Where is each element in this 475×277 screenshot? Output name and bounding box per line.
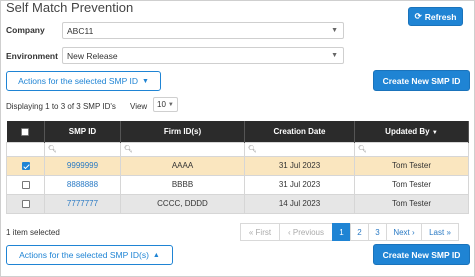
search-icon: 🔍︎ <box>358 145 367 153</box>
last-page-button[interactable]: Last » <box>421 223 459 241</box>
table-row[interactable]: 9999999 AAAA 31 Jul 2023 Tom Tester <box>6 155 469 176</box>
firm-ids-cell: CCCC, DDDD <box>120 193 245 214</box>
environment-value: New Release <box>67 50 118 61</box>
first-page-button[interactable]: « First <box>240 223 280 241</box>
select-all-checkbox[interactable] <box>21 127 30 136</box>
smp-id-link[interactable]: 8888888 <box>67 180 98 189</box>
smp-id-cell: 8888888 <box>44 174 121 195</box>
row-select-cell <box>6 155 45 176</box>
actions-dropdown-button[interactable]: Actions for the selected SMP ID ▼ <box>6 71 161 91</box>
record-summary: Displaying 1 to 3 of 3 SMP ID's <box>6 102 116 111</box>
updated-by-cell: Tom Tester <box>354 155 469 176</box>
smp-id-cell: 7777777 <box>44 193 121 214</box>
search-icon: 🔍︎ <box>48 145 57 153</box>
chevron-down-icon: ▼ <box>331 27 338 34</box>
row-checkbox[interactable] <box>21 199 30 208</box>
page-title: Self Match Prevention <box>6 0 134 15</box>
actions-label-bottom: Actions for the selected SMP ID(s) <box>19 250 149 260</box>
updated-by-cell: Tom Tester <box>354 193 469 214</box>
company-value: ABC11 <box>67 25 94 36</box>
page-3-button[interactable]: 3 <box>368 223 387 241</box>
refresh-label: Refresh <box>424 11 457 22</box>
summary-middle: to <box>49 102 61 111</box>
row-checkbox[interactable] <box>21 161 30 170</box>
chevron-down-icon: ▼ <box>167 101 174 108</box>
page-size-select[interactable]: 10 ▼ <box>153 97 178 112</box>
environment-select[interactable]: New Release ▼ <box>62 47 344 64</box>
table-header-row: SMP ID Firm ID(s) Creation Date Updated … <box>6 121 469 142</box>
row-select-cell <box>6 174 45 195</box>
company-select[interactable]: ABC11 ▼ <box>62 22 344 39</box>
filter-updated-by[interactable]: 🔍︎ <box>354 141 469 157</box>
filter-smp-id[interactable]: 🔍︎ <box>44 141 121 157</box>
caret-down-icon: ▼ <box>141 77 149 85</box>
search-icon: 🔍︎ <box>124 145 133 153</box>
company-label: Company <box>6 25 45 35</box>
page-1-button[interactable]: 1 <box>332 223 351 241</box>
smp-id-link[interactable]: 9999999 <box>67 161 98 170</box>
creation-date-cell: 14 Jul 2023 <box>244 193 355 214</box>
creation-date-cell: 31 Jul 2023 <box>244 174 355 195</box>
column-header-smp-id[interactable]: SMP ID <box>44 121 121 142</box>
select-all-header <box>6 121 45 142</box>
creation-date-cell: 31 Jul 2023 <box>244 155 355 176</box>
view-label: View <box>130 102 148 111</box>
updated-by-cell: Tom Tester <box>354 174 469 195</box>
firm-ids-cell: BBBB <box>120 174 245 195</box>
firm-ids-cell: AAAA <box>120 155 245 176</box>
column-header-creation-date[interactable]: Creation Date <box>244 121 355 142</box>
summary-prefix: Displaying <box>6 102 46 111</box>
filter-row: 🔍︎ 🔍︎ 🔍︎ 🔍︎ <box>6 141 469 157</box>
actions-label: Actions for the selected SMP ID <box>18 76 138 86</box>
caret-up-icon: ▲ <box>152 251 160 259</box>
column-header-updated-by[interactable]: Updated By ▼ <box>354 121 469 142</box>
selected-count: 1 item selected <box>6 228 60 237</box>
table-row[interactable]: 8888888 BBBB 31 Jul 2023 Tom Tester <box>6 174 469 195</box>
actions-dropdown-button-bottom[interactable]: Actions for the selected SMP ID(s) ▲ <box>6 245 173 265</box>
updated-by-label: Updated By <box>385 126 430 136</box>
create-smp-button[interactable]: Create New SMP ID <box>373 70 470 91</box>
environment-label: Environment <box>6 51 58 61</box>
pagination: « First ‹ Previous 1 2 3 Next › Last » <box>240 223 459 241</box>
summary-of: of <box>65 102 77 111</box>
previous-page-button[interactable]: ‹ Previous <box>279 223 333 241</box>
selected-count-label: item selected <box>10 228 60 237</box>
create-smp-button-bottom[interactable]: Create New SMP ID <box>373 244 470 265</box>
smp-id-link[interactable]: 7777777 <box>67 199 98 208</box>
refresh-button[interactable]: ⟳ Refresh <box>408 7 463 26</box>
search-icon: 🔍︎ <box>248 145 257 153</box>
filter-cell-empty <box>6 141 45 157</box>
row-checkbox[interactable] <box>21 180 30 189</box>
column-header-firm-ids[interactable]: Firm ID(s) <box>120 121 245 142</box>
filter-creation-date[interactable]: 🔍︎ <box>244 141 355 157</box>
smp-table: SMP ID Firm ID(s) Creation Date Updated … <box>6 121 469 214</box>
refresh-icon: ⟳ <box>414 11 422 21</box>
page-2-button[interactable]: 2 <box>350 223 369 241</box>
summary-suffix: SMP ID's <box>80 102 116 111</box>
page-size-value: 10 <box>157 100 166 109</box>
smp-id-cell: 9999999 <box>44 155 121 176</box>
table-row[interactable]: 7777777 CCCC, DDDD 14 Jul 2023 Tom Teste… <box>6 193 469 214</box>
filter-firm-ids[interactable]: 🔍︎ <box>120 141 245 157</box>
create-label-bottom: Create New SMP ID <box>382 249 461 260</box>
create-label: Create New SMP ID <box>382 75 461 86</box>
next-page-button[interactable]: Next › <box>386 223 422 241</box>
sort-desc-icon: ▼ <box>431 129 438 136</box>
chevron-down-icon: ▼ <box>331 52 338 59</box>
row-select-cell <box>6 193 45 214</box>
